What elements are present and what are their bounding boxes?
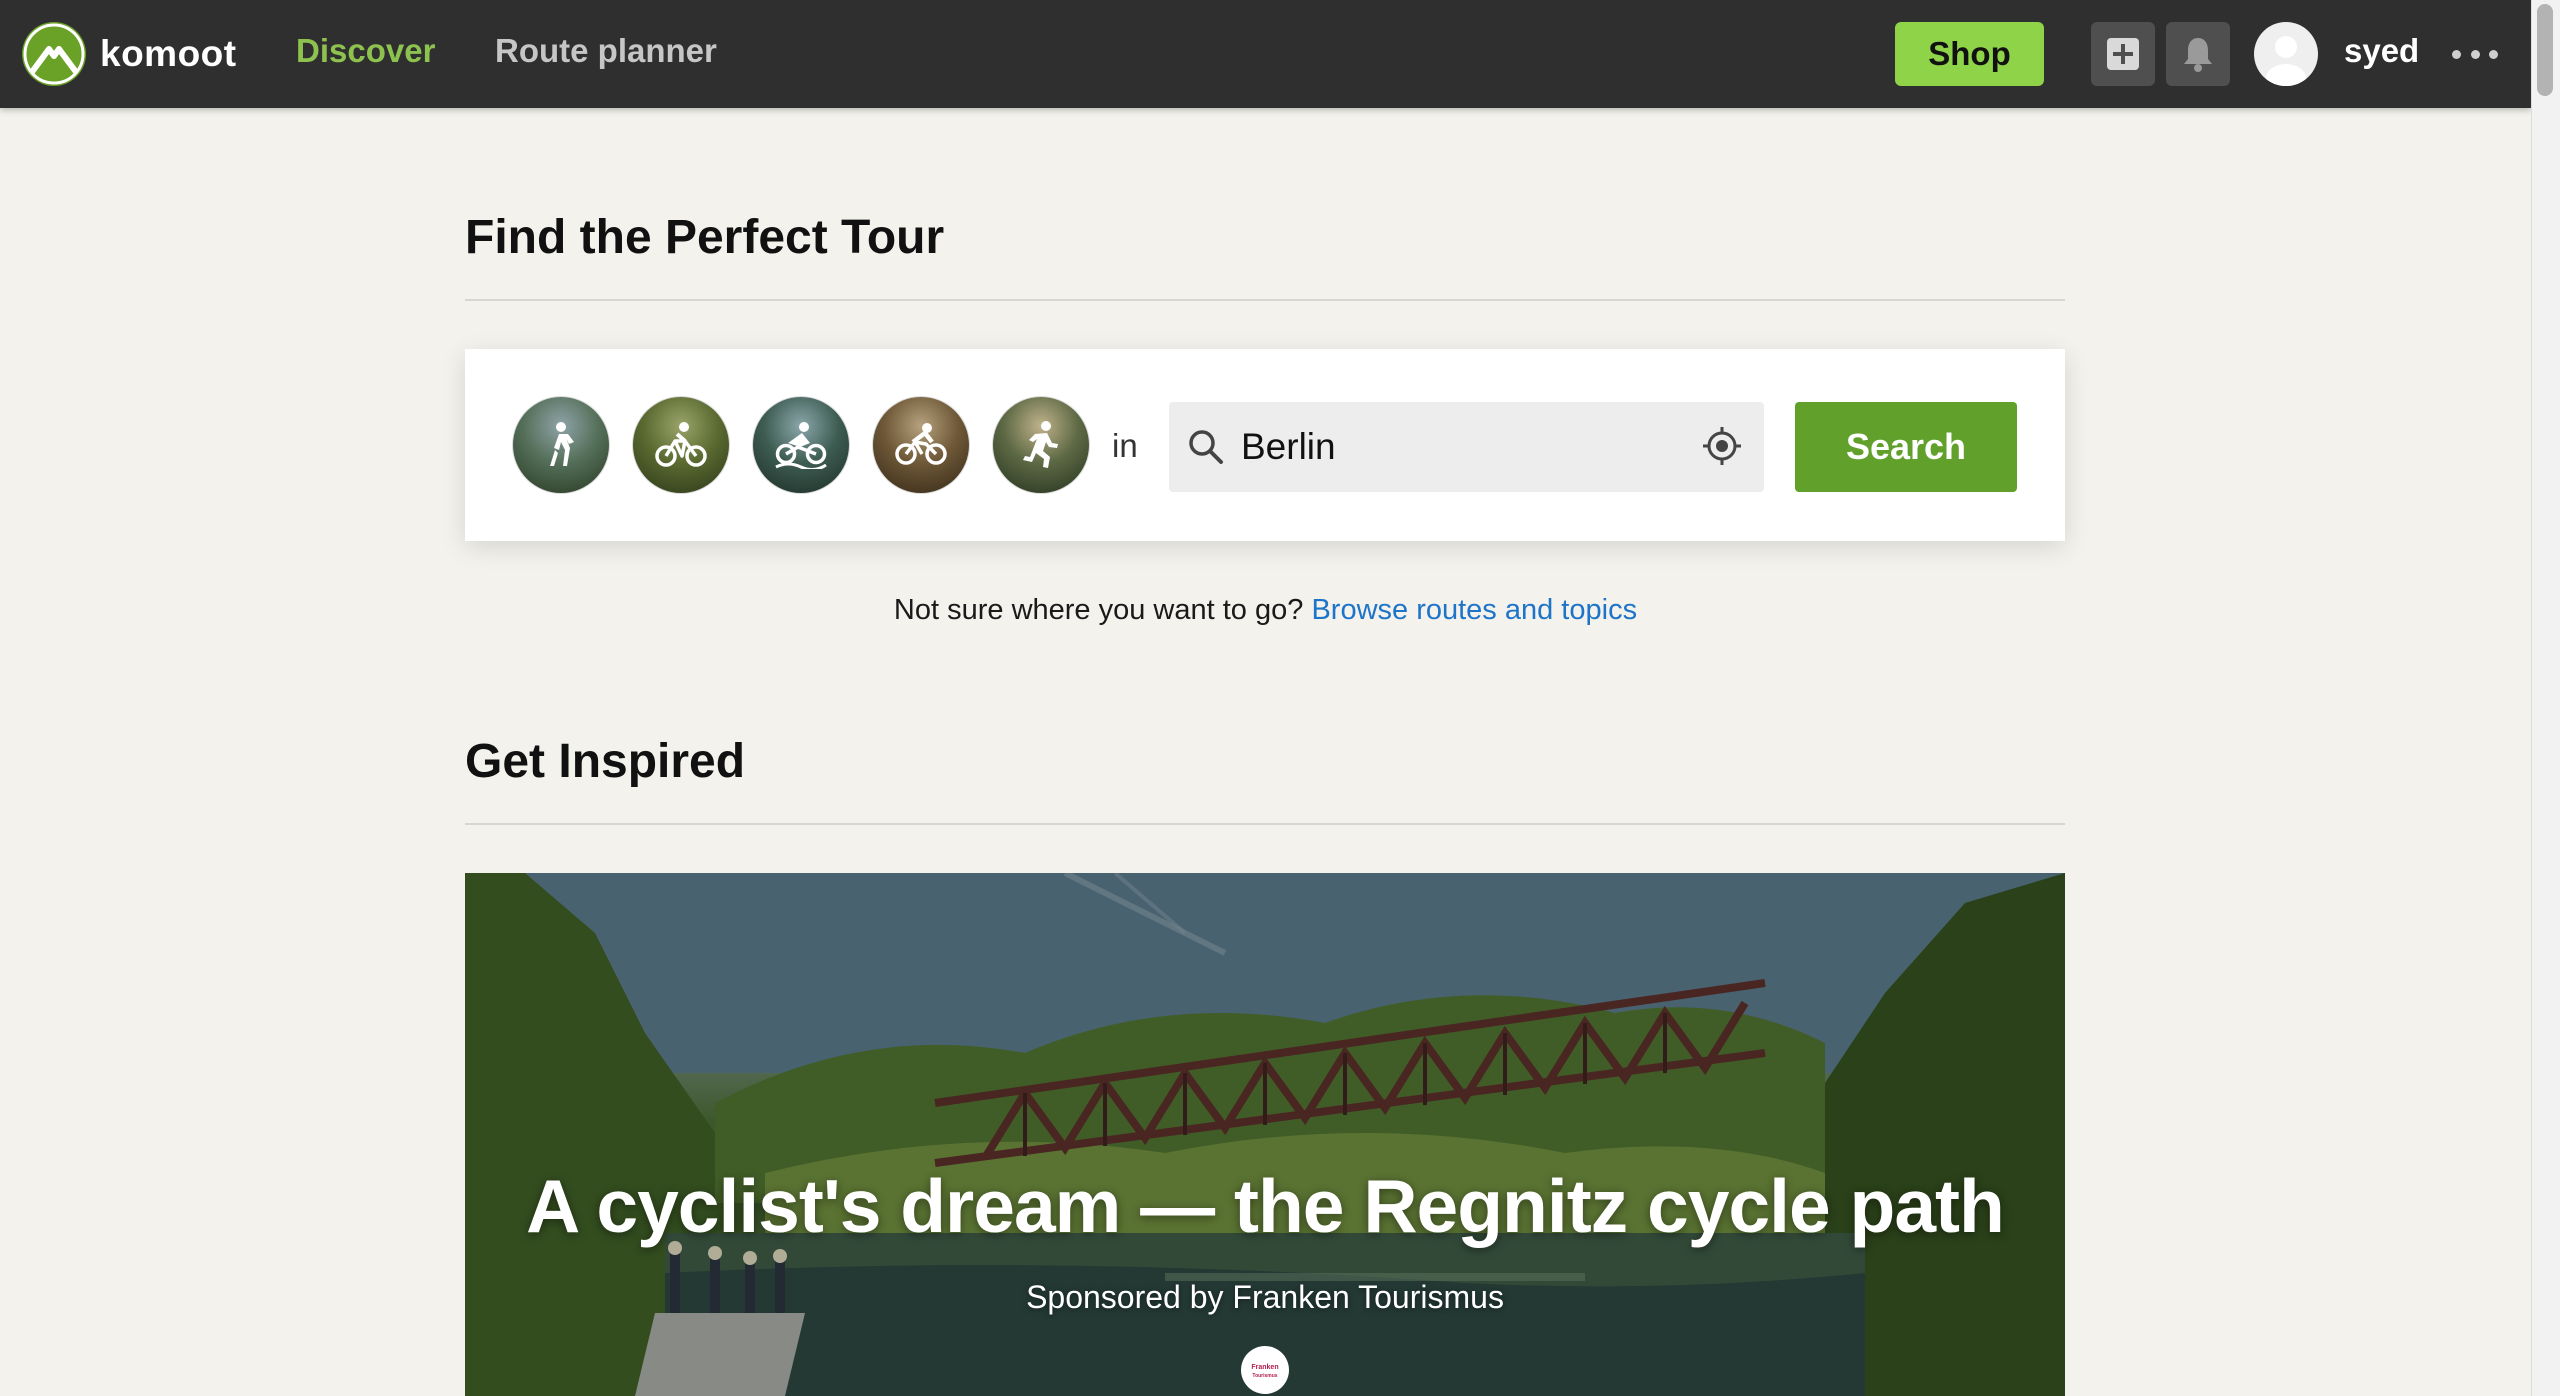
hero-sponsor-text: Sponsored by Franken Tourismus [1026, 1279, 1504, 1315]
more-menu-button[interactable] [2452, 34, 2498, 74]
komoot-logo[interactable]: komoot [22, 22, 237, 86]
scrollbar-thumb[interactable] [2537, 4, 2553, 96]
scrollbar[interactable] [2531, 0, 2560, 1396]
hero-title[interactable]: A cyclist's dream — the Regnitz cycle pa… [465, 1163, 2065, 1249]
bell-icon [2184, 38, 2212, 72]
nav-discover[interactable]: Discover [296, 32, 435, 70]
browse-hint-text: Not sure where you want to go? [893, 594, 1304, 626]
hiking-icon [550, 422, 574, 466]
nav-route-planner[interactable]: Route planner [495, 32, 717, 70]
sport-road-cycling-button[interactable] [753, 397, 849, 493]
bike-touring-icon [655, 422, 707, 467]
franken-tourismus-logo-icon: Franken Tourismus [1251, 1364, 1278, 1379]
divider [465, 823, 2065, 825]
divider [465, 299, 2065, 301]
shop-button[interactable]: Shop [1895, 22, 2044, 86]
running-icon [1023, 421, 1058, 468]
create-button[interactable] [2091, 22, 2155, 86]
mountain-logo-icon [22, 22, 86, 86]
ellipsis-dot [2489, 49, 2498, 59]
sport-running-button[interactable] [993, 397, 1089, 493]
notifications-button[interactable] [2166, 22, 2230, 86]
hero-dim-overlay [465, 873, 2065, 1396]
logo-text: komoot [100, 33, 237, 74]
browse-routes-link[interactable]: Browse routes and topics [1311, 594, 1637, 626]
browse-hint: Not sure where you want to go? Browse ro… [0, 594, 2531, 627]
sport-mountain-biking-button[interactable] [873, 397, 969, 493]
location-input[interactable] [1241, 420, 1681, 474]
plus-square-icon [2107, 38, 2139, 70]
tour-search-card: in Search [465, 349, 2065, 541]
user-silhouette-icon [2266, 36, 2306, 86]
in-label: in [1112, 427, 1138, 464]
magnifier-icon [1189, 430, 1223, 464]
sport-bike-touring-button[interactable] [633, 397, 729, 493]
featured-collection-card[interactable]: A cyclist's dream — the Regnitz cycle pa… [465, 873, 2065, 1396]
crosshair-icon[interactable] [1702, 426, 1742, 466]
svg-text:Tourismus: Tourismus [1252, 1373, 1277, 1379]
location-search-field[interactable] [1169, 402, 1764, 492]
search-button[interactable]: Search [1795, 402, 2017, 492]
sponsor-logo: Franken Tourismus [1241, 1346, 1289, 1394]
top-navigation-bar: komoot Discover Route planner Shop syed [0, 0, 2531, 108]
svg-text:Franken: Franken [1251, 1364, 1278, 1371]
mountain-biking-icon [895, 423, 947, 465]
avatar[interactable] [2254, 22, 2318, 86]
ellipsis-icon [2452, 49, 2461, 59]
section-title-get-inspired: Get Inspired [465, 735, 746, 788]
ellipsis-dot [2470, 49, 2480, 59]
username[interactable]: syed [2344, 32, 2419, 70]
road-cycling-icon [775, 422, 827, 469]
page-title: Find the Perfect Tour [465, 211, 945, 264]
sport-hiking-button[interactable] [513, 397, 609, 493]
